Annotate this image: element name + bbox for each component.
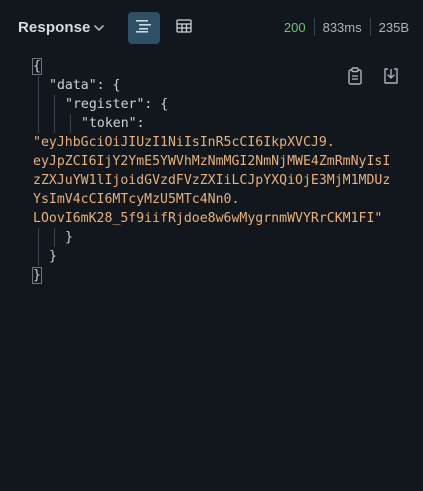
token-value-part: eyJpZCI6IjY2YmE5YWVhMzNmMGI2NmNjMWE4ZmRm… [33, 154, 391, 169]
response-meta: 200 833ms 235B [284, 18, 409, 36]
response-panel: Response 200 833ms 235B {"data": {"reg… [0, 0, 423, 491]
key-data: "data" [49, 78, 97, 93]
chevron-down-icon[interactable] [92, 19, 106, 37]
divider [313, 18, 315, 36]
indent-guide [38, 95, 39, 114]
response-time: 833ms [322, 19, 362, 35]
indent-guide [38, 76, 39, 95]
indent-guide [38, 228, 39, 247]
open-brace: { [32, 58, 42, 75]
indent-guide [38, 247, 39, 266]
indent-guide [54, 114, 55, 133]
colon-brace: : { [144, 97, 169, 112]
indent-guide [54, 95, 55, 114]
response-title: Response [18, 19, 91, 36]
key-token: "token" [81, 116, 137, 131]
token-line: YsImV4cCI6MTcyMzU5MTc4Nn0. [0, 190, 423, 209]
code-line: } [0, 247, 423, 266]
close-brace: } [49, 249, 57, 264]
token-line: LOovI6mK28_5f9iifRjdoe8w6wMygrnmWVYRrCKM… [0, 209, 423, 228]
key-register: "register" [65, 97, 145, 112]
indent-guide [38, 114, 39, 133]
token-value-part: LOovI6mK28_5f9iifRjdoe8w6wMygrnmWVYRrCKM… [33, 211, 383, 226]
token-line: zZXJuYW1lIjoidGVzdFVzZXIiLCJpYXQiOjE3MjM… [0, 171, 423, 190]
close-brace: } [32, 267, 42, 284]
divider [369, 18, 371, 36]
code-line: } [0, 228, 423, 247]
token-line: "eyJhbGciOiJIUzI1NiIsInR5cCI6IkpXVCJ9. [0, 133, 423, 152]
table-view-button[interactable] [168, 12, 200, 44]
colon-brace: : { [96, 78, 121, 93]
code-line: "data": { [0, 76, 423, 95]
indent-guide [70, 114, 71, 133]
response-size: 235B [378, 19, 409, 35]
close-brace: } [65, 230, 73, 245]
pretty-lines-icon [135, 18, 153, 39]
json-viewer: { "data": { "register": { "token": "eyJh… [0, 57, 423, 285]
token-value-part: "eyJhbGciOiJIUzI1NiIsInR5cCI6IkpXVCJ9. [33, 135, 335, 150]
status-code: 200 [283, 19, 306, 35]
code-line: { [0, 57, 423, 76]
token-value-part: zZXJuYW1lIjoidGVzdFVzZXIiLCJpYXQiOjE3MjM… [33, 173, 391, 188]
code-line: } [0, 266, 423, 285]
code-line: "register": { [0, 95, 423, 114]
pretty-view-button[interactable] [128, 12, 160, 44]
token-value-part: YsImV4cCI6MTcyMzU5MTc4Nn0. [33, 192, 240, 207]
code-line: "token": [0, 114, 423, 133]
table-icon [176, 18, 192, 38]
indent-guide [54, 228, 55, 247]
colon: : [136, 116, 145, 131]
response-header: Response 200 833ms 235B [0, 0, 423, 56]
token-line: eyJpZCI6IjY2YmE5YWVhMzNmMGI2NmNjMWE4ZmRm… [0, 152, 423, 171]
